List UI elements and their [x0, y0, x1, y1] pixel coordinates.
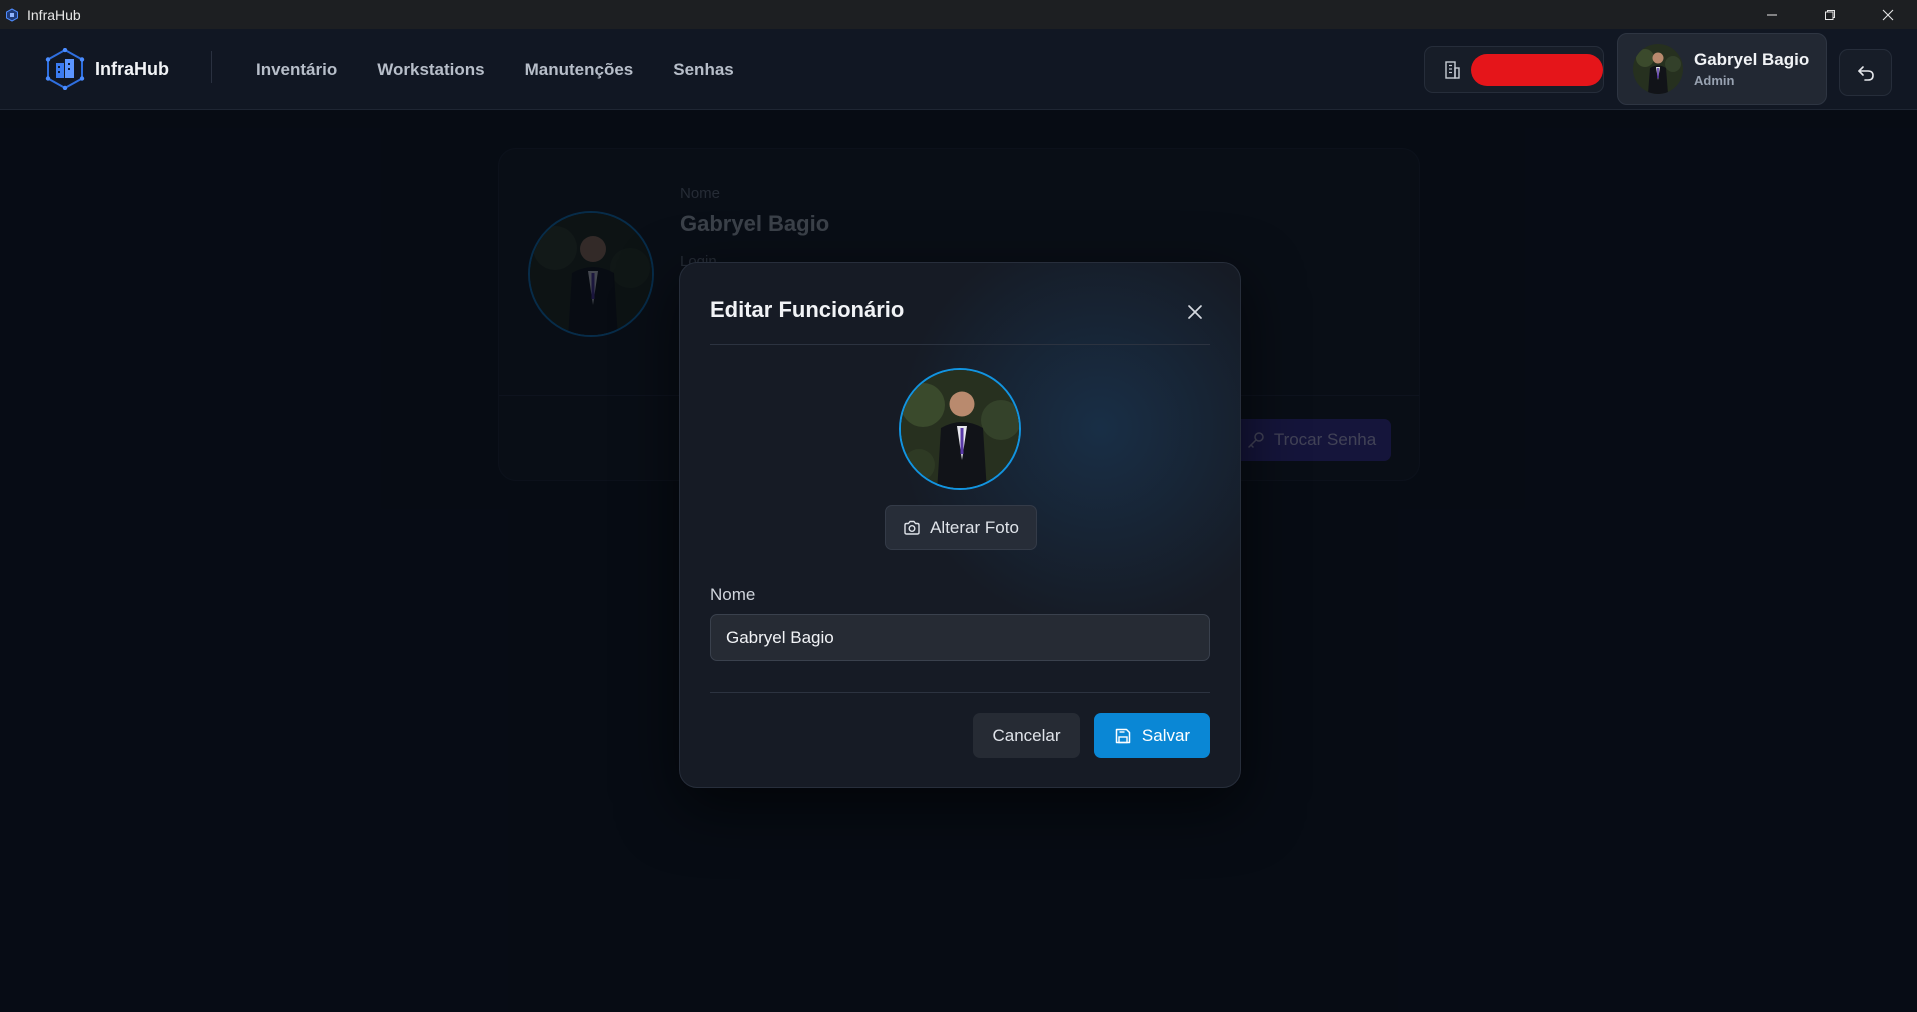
nav-item-senhas[interactable]: Senhas — [673, 60, 733, 80]
close-window-button[interactable] — [1859, 0, 1917, 29]
app-hexagon-icon — [6, 7, 18, 22]
employee-avatar — [899, 368, 1021, 490]
infrahub-logo-icon — [45, 48, 85, 90]
nav-item-manutencoes[interactable]: Manutenções — [525, 60, 634, 80]
save-button[interactable]: Salvar — [1094, 713, 1210, 758]
window-title: InfraHub — [27, 6, 81, 23]
avatar — [1633, 44, 1683, 94]
camera-icon — [904, 520, 920, 535]
user-info: Gabryel Bagio Admin — [1694, 50, 1809, 88]
save-label: Salvar — [1141, 725, 1191, 745]
user-name: Gabryel Bagio — [1694, 50, 1810, 69]
company-selector[interactable] — [1424, 46, 1604, 93]
modal-divider-top — [710, 344, 1210, 345]
building-icon — [1445, 60, 1460, 79]
restore-icon — [1825, 9, 1835, 20]
cancel-button[interactable]: Cancelar — [973, 713, 1080, 758]
redacted-company-name — [1471, 53, 1603, 86]
close-icon — [1188, 305, 1202, 319]
modal-title: Editar Funcionário — [710, 297, 905, 322]
name-field[interactable] — [710, 614, 1210, 661]
modal-divider-bottom — [710, 692, 1210, 693]
avatar-photo — [1633, 44, 1683, 94]
restore-button[interactable] — [1801, 0, 1859, 29]
undo-icon — [1857, 65, 1874, 81]
user-profile-chip[interactable]: Gabryel Bagio Admin — [1617, 33, 1827, 105]
cancel-label: Cancelar — [992, 725, 1061, 745]
user-role: Admin — [1694, 73, 1735, 88]
minimize-button[interactable] — [1743, 0, 1801, 29]
nav-item-workstations[interactable]: Workstations — [377, 60, 484, 80]
name-field-label: Nome — [710, 585, 756, 604]
employee-photo — [901, 370, 1019, 488]
header-divider — [211, 51, 212, 83]
minimize-icon — [1767, 14, 1777, 15]
window-controls — [1743, 0, 1917, 29]
brand-name: InfraHub — [95, 58, 169, 79]
window-titlebar: InfraHub — [0, 0, 1917, 29]
save-icon — [1115, 728, 1131, 743]
edit-employee-modal: Editar Funcionário Alterar Foto Nome Can… — [679, 262, 1241, 788]
close-icon — [1882, 9, 1894, 20]
app-header: InfraHub Inventário Workstations Manuten… — [0, 29, 1917, 110]
modal-close-button[interactable] — [1183, 300, 1207, 324]
logout-button[interactable] — [1839, 49, 1892, 96]
main-nav: Inventário Workstations Manutenções Senh… — [256, 29, 774, 110]
change-photo-button[interactable]: Alterar Foto — [885, 505, 1037, 550]
brand[interactable]: InfraHub — [44, 48, 169, 90]
change-photo-label: Alterar Foto — [930, 517, 1019, 537]
nav-item-inventario[interactable]: Inventário — [256, 60, 337, 80]
